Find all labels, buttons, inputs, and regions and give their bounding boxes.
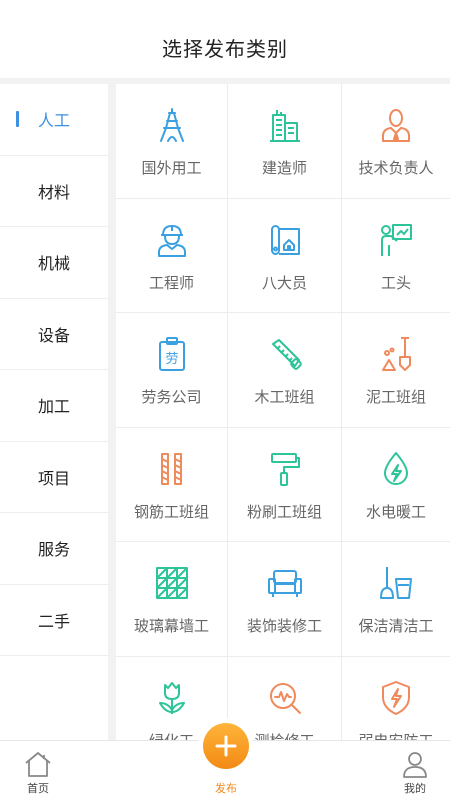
water-electric-icon xyxy=(377,450,415,488)
sidebar-item-label: 项目 xyxy=(37,468,70,488)
grid-item-label: 技术负责人 xyxy=(358,159,434,177)
sofa-icon xyxy=(266,564,304,602)
grid-item-label: 粉刷工班组 xyxy=(246,502,322,521)
user-icon xyxy=(403,752,427,778)
tab-home-label: 首页 xyxy=(27,782,49,795)
grid-item-label: 八大员 xyxy=(261,273,307,292)
grid-item-labor-company[interactable]: 劳 劳务公司 xyxy=(116,313,228,428)
subcategory-grid: 国外用工 建造师 技术负责人 工程师 八大员 工头 劳 劳务公司 木工班组 泥工… xyxy=(116,84,450,740)
grid-item-eight-staff[interactable]: 八大员 xyxy=(228,198,342,313)
grid-item-label: 装饰装修工 xyxy=(246,617,322,635)
sidebar-item-label: 材料 xyxy=(37,182,70,202)
grid-item-label: 工头 xyxy=(380,273,411,292)
sidebar-item-equipment[interactable]: 设备 xyxy=(0,299,108,370)
tulip-icon xyxy=(153,679,191,717)
grid-item-label: 弱电安防工 xyxy=(358,730,433,741)
divider xyxy=(108,78,116,740)
inspection-icon xyxy=(266,679,304,717)
sidebar-item-label: 人工 xyxy=(37,111,70,131)
saw-icon xyxy=(266,335,304,373)
glass-curtain-icon xyxy=(153,564,191,602)
sidebar-item-projects[interactable]: 项目 xyxy=(0,442,108,513)
sidebar-item-label: 加工 xyxy=(37,397,70,417)
grid-item-cleaning[interactable]: 保洁清洁工 xyxy=(342,542,450,657)
buildings-icon xyxy=(266,106,304,144)
grid-item-label: 绿化工 xyxy=(149,730,194,741)
grid-item-decoration[interactable]: 装饰装修工 xyxy=(228,542,342,657)
home-icon xyxy=(25,752,51,777)
grid-item-glass-curtain[interactable]: 玻璃幕墙工 xyxy=(116,542,228,657)
tab-mine-label: 我的 xyxy=(404,782,426,795)
tab-publish-label: 发布 xyxy=(215,782,237,795)
sidebar-item-label: 二手 xyxy=(37,611,70,631)
grid-item-label: 工程师 xyxy=(148,273,194,292)
grid-item-foreman[interactable]: 工头 xyxy=(342,199,450,313)
header: 选择发布类别 xyxy=(0,0,450,78)
sidebar-item-services[interactable]: 服务 xyxy=(0,513,108,585)
eiffel-tower-icon xyxy=(153,106,191,144)
publish-button-inner xyxy=(203,723,249,769)
grid-item-engineer[interactable]: 工程师 xyxy=(116,198,228,313)
shield-bolt-icon xyxy=(377,679,415,717)
tab-mine[interactable]: 我的 xyxy=(370,741,450,800)
grid-item-label: 国外用工 xyxy=(141,159,202,177)
grid-item-overseas-labor[interactable]: 国外用工 xyxy=(116,84,228,199)
page-title: 选择发布类别 xyxy=(162,37,288,61)
paint-roller-icon xyxy=(266,450,304,488)
grid-item-label: 建造师 xyxy=(261,159,307,177)
mop-bucket-icon xyxy=(377,564,415,602)
grid-item-technical-lead[interactable]: 技术负责人 xyxy=(342,84,450,199)
rebar-icon xyxy=(153,450,191,488)
sidebar-item-labor[interactable]: 人工 xyxy=(0,84,108,156)
shovel-icon xyxy=(377,335,415,373)
grid-item-carpentry-team[interactable]: 木工班组 xyxy=(228,313,342,428)
sidebar-item-machinery[interactable]: 机械 xyxy=(0,227,108,299)
engineer-helmet-icon xyxy=(153,221,191,259)
blueprint-icon xyxy=(266,221,304,259)
publish-button[interactable] xyxy=(198,718,254,774)
sidebar-item-label: 机械 xyxy=(37,254,70,274)
grid-item-painting-team[interactable]: 粉刷工班组 xyxy=(228,427,342,542)
manager-icon xyxy=(377,106,415,144)
grid-item-label: 木工班组 xyxy=(254,388,315,406)
labor-badge-icon: 劳 xyxy=(153,335,191,373)
grid-item-security-electric[interactable]: 弱电安防工 xyxy=(342,657,450,741)
tab-home[interactable]: 首页 xyxy=(0,741,83,800)
sidebar-item-second-hand[interactable]: 二手 xyxy=(0,585,108,656)
sidebar-item-materials[interactable]: 材料 xyxy=(0,156,108,227)
foreman-presenting-icon xyxy=(377,221,415,259)
grid-item-label: 保洁清洁工 xyxy=(358,617,434,635)
sidebar-item-label: 设备 xyxy=(37,325,70,345)
grid-item-label: 水电暖工 xyxy=(365,502,426,521)
grid-item-label: 泥工班组 xyxy=(365,388,426,406)
grid-item-rebar-team[interactable]: 钢筋工班组 xyxy=(116,427,228,542)
grid-item-label: 玻璃幕墙工 xyxy=(133,617,209,635)
plus-icon xyxy=(215,735,237,757)
sidebar-item-processing[interactable]: 加工 xyxy=(0,370,108,442)
sidebar-item-label: 服务 xyxy=(37,540,70,560)
category-sidebar: 人工 材料 机械 设备 加工 项目 服务 二手 xyxy=(0,78,108,740)
grid-item-plumbing-electric[interactable]: 水电暖工 xyxy=(342,428,450,542)
grid-item-label: 测检修工 xyxy=(254,730,314,741)
grid-item-label: 劳务公司 xyxy=(141,388,202,406)
grid-item-label: 钢筋工班组 xyxy=(133,502,209,521)
grid-item-constructor[interactable]: 建造师 xyxy=(228,84,342,199)
grid-item-masonry-team[interactable]: 泥工班组 xyxy=(342,313,450,428)
svg-text:劳: 劳 xyxy=(165,351,178,367)
